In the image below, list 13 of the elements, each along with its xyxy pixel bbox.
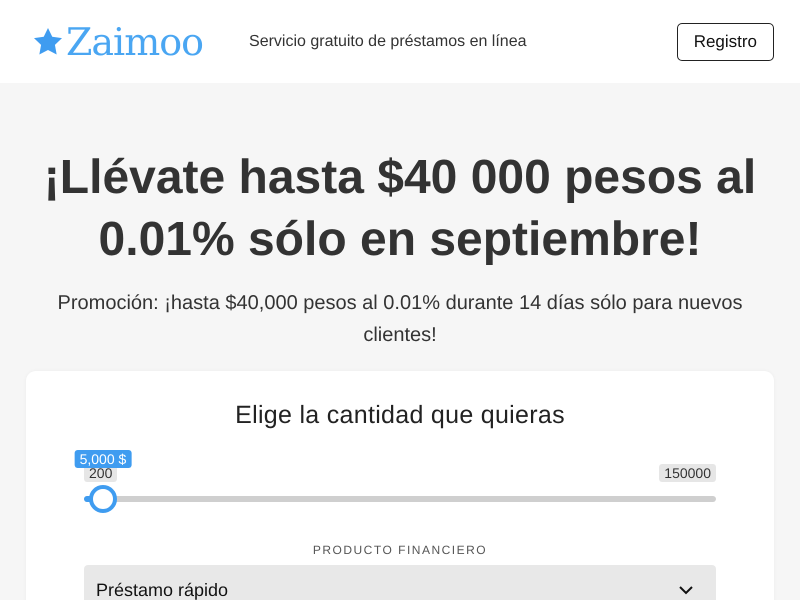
product-select[interactable]: Préstamo rápido <box>84 565 716 600</box>
card-title: Elige la cantidad que quieras <box>234 401 566 430</box>
tagline: Servicio gratuito de préstamos en línea <box>249 32 528 50</box>
hero-title: ¡Llévate hasta $40 000 pesos al 0.01% sólo en septiembre! <box>42 150 758 268</box>
product-label: PRODUCTO FINANCIERO <box>312 543 488 557</box>
star-icon <box>32 26 64 58</box>
hero-subtitle: Promoción: ¡hasta $40,000 pesos al 0.01% durante 14 días sólo para nuevos clientes! <box>56 291 744 348</box>
slider-thumb[interactable] <box>88 485 117 513</box>
register-button[interactable]: Registro <box>676 22 774 60</box>
value-tooltip: 5,000 $ <box>74 450 132 468</box>
max-label: 150000 <box>659 464 716 482</box>
range-slider[interactable] <box>84 485 716 513</box>
chevron-down-icon <box>678 585 694 595</box>
